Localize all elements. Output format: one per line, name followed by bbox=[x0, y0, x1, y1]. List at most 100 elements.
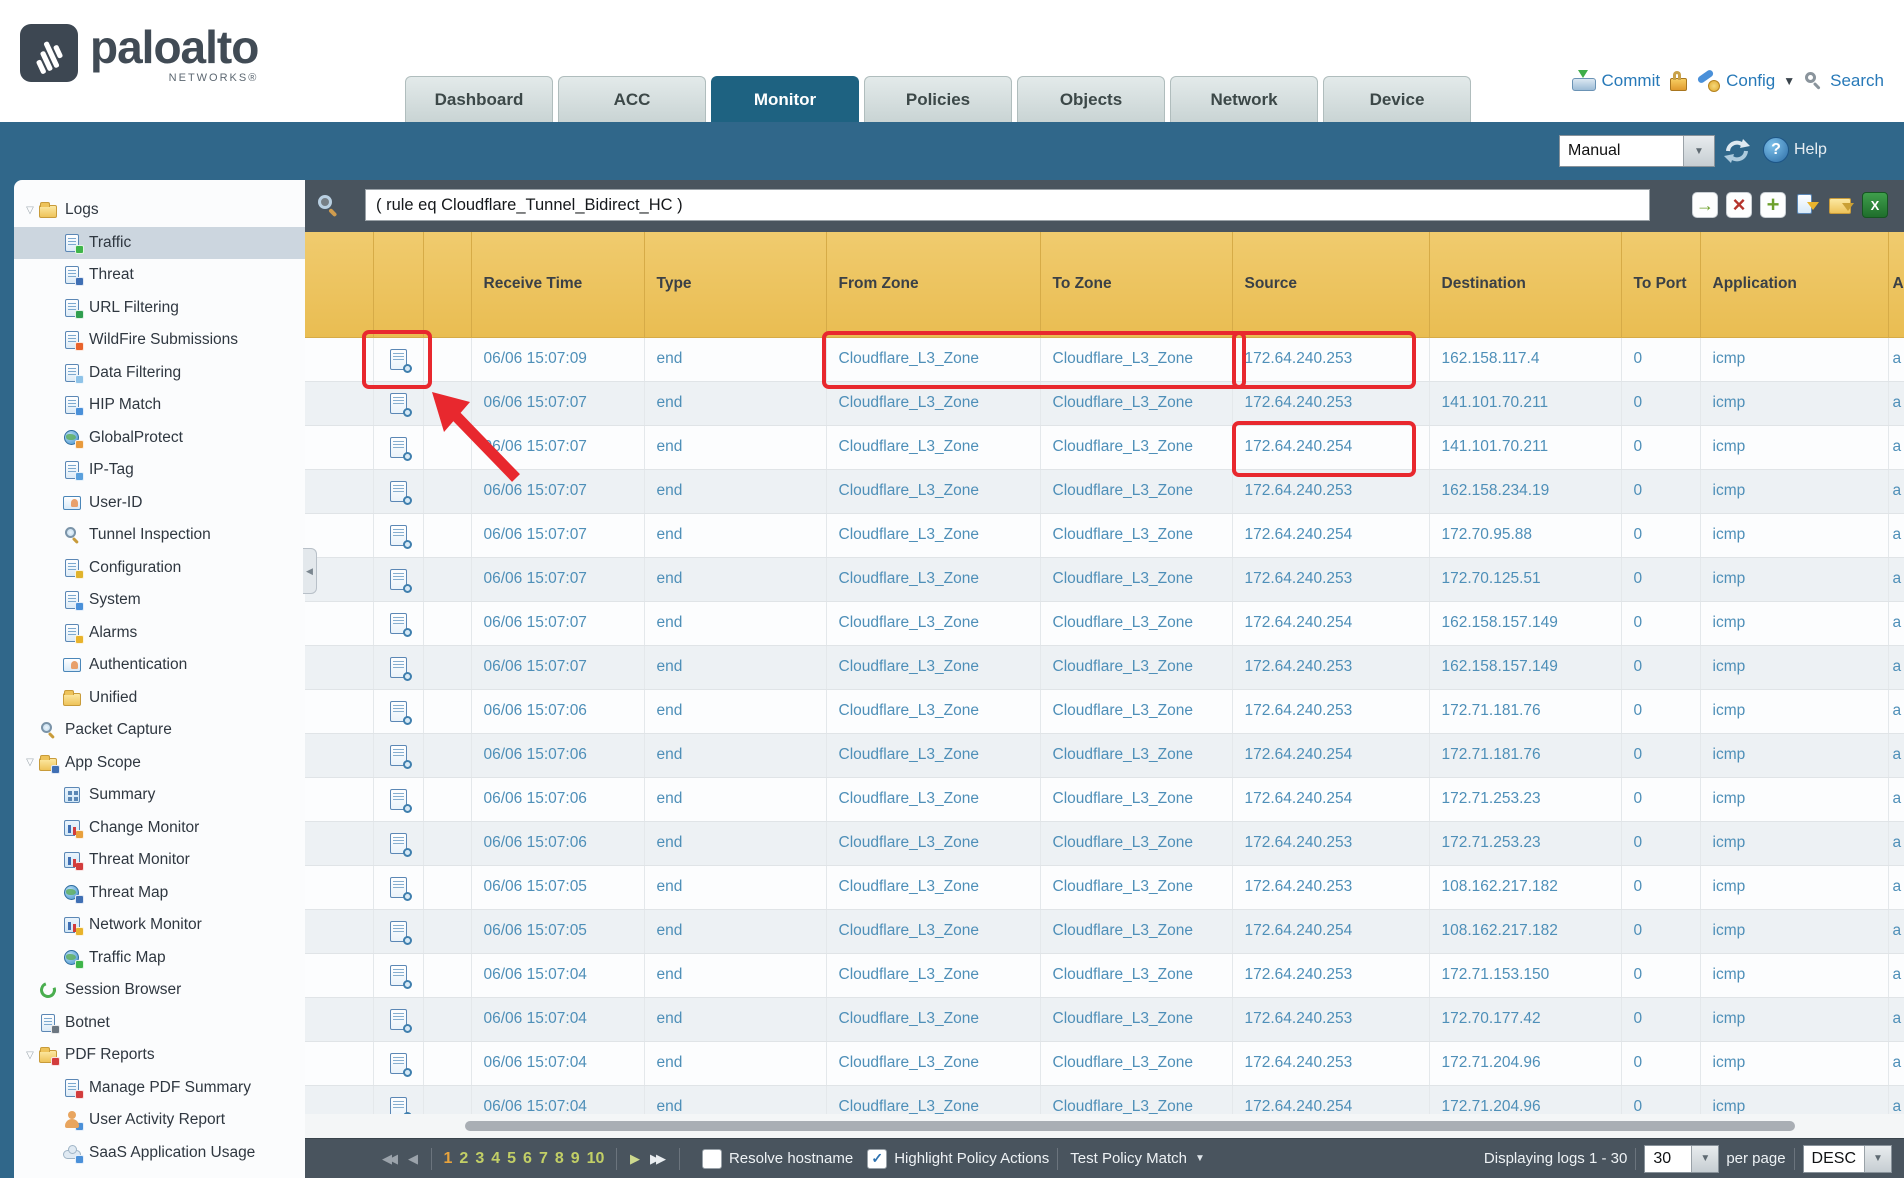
save-filter-icon[interactable] bbox=[1794, 192, 1820, 218]
cell-to-zone[interactable]: Cloudflare_L3_Zone bbox=[1040, 601, 1232, 645]
cell-destination[interactable]: 172.71.153.150 bbox=[1429, 953, 1621, 997]
cell-to-zone[interactable]: Cloudflare_L3_Zone bbox=[1040, 777, 1232, 821]
log-detail-icon[interactable] bbox=[390, 877, 407, 898]
lock-icon[interactable] bbox=[1669, 71, 1687, 92]
cell-application[interactable]: icmp bbox=[1700, 1041, 1888, 1085]
column-header-type[interactable]: Type bbox=[644, 232, 826, 337]
cell-type[interactable]: end bbox=[644, 733, 826, 777]
cell-type[interactable]: end bbox=[644, 557, 826, 601]
per-page-select[interactable]: 30 ▼ bbox=[1644, 1145, 1719, 1173]
cell-destination[interactable]: 172.71.181.76 bbox=[1429, 689, 1621, 733]
cell-source[interactable]: 172.64.240.253 bbox=[1232, 865, 1429, 909]
cell-source[interactable]: 172.64.240.253 bbox=[1232, 821, 1429, 865]
cell-source[interactable]: 172.64.240.253 bbox=[1232, 557, 1429, 601]
cell-action[interactable]: a bbox=[1888, 909, 1904, 953]
page-number-9[interactable]: 9 bbox=[571, 1150, 580, 1168]
sidebar-item-threat-map[interactable]: Threat Map bbox=[14, 877, 305, 910]
page-number-10[interactable]: 10 bbox=[587, 1150, 605, 1168]
first-page-button[interactable]: ◀◀ bbox=[382, 1151, 394, 1167]
cell-receive-time[interactable]: 06/06 15:07:04 bbox=[471, 1041, 644, 1085]
sidebar-item-saas-application-usage[interactable]: SaaS Application Usage bbox=[14, 1137, 305, 1170]
tab-device[interactable]: Device bbox=[1323, 76, 1471, 122]
cell-from-zone[interactable]: Cloudflare_L3_Zone bbox=[826, 689, 1040, 733]
cell-to-zone[interactable]: Cloudflare_L3_Zone bbox=[1040, 909, 1232, 953]
cell-receive-time[interactable]: 06/06 15:07:05 bbox=[471, 865, 644, 909]
cell-action[interactable]: a bbox=[1888, 1041, 1904, 1085]
cell-application[interactable]: icmp bbox=[1700, 997, 1888, 1041]
cell-destination[interactable]: 172.70.177.42 bbox=[1429, 997, 1621, 1041]
sidebar-item-user-id[interactable]: User-ID bbox=[14, 487, 305, 520]
cell-type[interactable]: end bbox=[644, 821, 826, 865]
cell-to-zone[interactable]: Cloudflare_L3_Zone bbox=[1040, 645, 1232, 689]
log-detail-icon[interactable] bbox=[390, 789, 407, 810]
cell-destination[interactable]: 108.162.217.182 bbox=[1429, 865, 1621, 909]
cell-action[interactable]: a bbox=[1888, 953, 1904, 997]
cell-to-zone[interactable]: Cloudflare_L3_Zone bbox=[1040, 425, 1232, 469]
cell-from-zone[interactable]: Cloudflare_L3_Zone bbox=[826, 909, 1040, 953]
resolve-hostname-checkbox[interactable] bbox=[702, 1149, 722, 1169]
cell-destination[interactable]: 108.162.217.182 bbox=[1429, 909, 1621, 953]
log-detail-icon[interactable] bbox=[390, 965, 407, 986]
cell-from-zone[interactable]: Cloudflare_L3_Zone bbox=[826, 425, 1040, 469]
cell-source[interactable]: 172.64.240.253 bbox=[1232, 997, 1429, 1041]
cell-destination[interactable]: 172.70.95.88 bbox=[1429, 513, 1621, 557]
cell-receive-time[interactable]: 06/06 15:07:07 bbox=[471, 513, 644, 557]
tab-dashboard[interactable]: Dashboard bbox=[405, 76, 553, 122]
cell-destination[interactable]: 162.158.157.149 bbox=[1429, 601, 1621, 645]
sidebar-item-wildfire-submissions[interactable]: WildFire Submissions bbox=[14, 324, 305, 357]
sidebar-item-user-activity-report[interactable]: User Activity Report bbox=[14, 1104, 305, 1137]
cell-source[interactable]: 172.64.240.253 bbox=[1232, 469, 1429, 513]
sidebar-item-change-monitor[interactable]: Change Monitor bbox=[14, 812, 305, 845]
cell-destination[interactable]: 172.70.125.51 bbox=[1429, 557, 1621, 601]
cell-action[interactable]: a bbox=[1888, 337, 1904, 381]
log-detail-icon[interactable] bbox=[390, 437, 407, 458]
column-header-a[interactable]: A bbox=[1888, 232, 1904, 337]
sidebar-item-app-scope[interactable]: ▽App Scope bbox=[14, 747, 305, 780]
cell-source[interactable]: 172.64.240.254 bbox=[1232, 777, 1429, 821]
log-detail-icon[interactable] bbox=[390, 525, 407, 546]
sidebar-item-logs[interactable]: ▽Logs bbox=[14, 194, 305, 227]
cell-action[interactable]: a bbox=[1888, 601, 1904, 645]
cell-to-port[interactable]: 0 bbox=[1621, 1041, 1700, 1085]
cell-to-zone[interactable]: Cloudflare_L3_Zone bbox=[1040, 689, 1232, 733]
cell-to-port[interactable]: 0 bbox=[1621, 953, 1700, 997]
cell-receive-time[interactable]: 06/06 15:07:09 bbox=[471, 337, 644, 381]
cell-type[interactable]: end bbox=[644, 381, 826, 425]
log-detail-icon[interactable] bbox=[390, 833, 407, 854]
cell-to-port[interactable]: 0 bbox=[1621, 909, 1700, 953]
cell-to-port[interactable]: 0 bbox=[1621, 821, 1700, 865]
cell-action[interactable]: a bbox=[1888, 865, 1904, 909]
cell-from-zone[interactable]: Cloudflare_L3_Zone bbox=[826, 513, 1040, 557]
cell-to-zone[interactable]: Cloudflare_L3_Zone bbox=[1040, 469, 1232, 513]
cell-type[interactable]: end bbox=[644, 953, 826, 997]
cell-receive-time[interactable]: 06/06 15:07:05 bbox=[471, 909, 644, 953]
clear-filter-icon[interactable]: × bbox=[1726, 192, 1752, 218]
page-number-2[interactable]: 2 bbox=[459, 1150, 468, 1168]
cell-to-port[interactable]: 0 bbox=[1621, 381, 1700, 425]
cell-source[interactable]: 172.64.240.254 bbox=[1232, 909, 1429, 953]
cell-source[interactable]: 172.64.240.253 bbox=[1232, 645, 1429, 689]
expand-collapse-icon[interactable]: ▽ bbox=[22, 205, 38, 216]
sidebar-item-threat-monitor[interactable]: Threat Monitor bbox=[14, 844, 305, 877]
column-header-source[interactable]: Source bbox=[1232, 232, 1429, 337]
cell-destination[interactable]: 162.158.234.19 bbox=[1429, 469, 1621, 513]
refresh-icon[interactable] bbox=[1722, 136, 1752, 171]
log-filter-input[interactable] bbox=[365, 189, 1650, 221]
cell-source[interactable]: 172.64.240.254 bbox=[1232, 513, 1429, 557]
column-header-receive-time[interactable]: Receive Time bbox=[471, 232, 644, 337]
cell-type[interactable]: end bbox=[644, 997, 826, 1041]
help-button[interactable]: ? Help bbox=[1763, 137, 1827, 163]
cell-receive-time[interactable]: 06/06 15:07:07 bbox=[471, 469, 644, 513]
horizontal-scrollbar-thumb[interactable] bbox=[465, 1121, 1795, 1131]
cell-destination[interactable]: 172.71.253.23 bbox=[1429, 821, 1621, 865]
cell-from-zone[interactable]: Cloudflare_L3_Zone bbox=[826, 469, 1040, 513]
cell-destination[interactable]: 162.158.117.4 bbox=[1429, 337, 1621, 381]
cell-application[interactable]: icmp bbox=[1700, 381, 1888, 425]
sidebar-item-summary[interactable]: Summary bbox=[14, 779, 305, 812]
cell-action[interactable]: a bbox=[1888, 689, 1904, 733]
cell-from-zone[interactable]: Cloudflare_L3_Zone bbox=[826, 381, 1040, 425]
sidebar-item-traffic[interactable]: Traffic bbox=[14, 227, 305, 260]
page-number-7[interactable]: 7 bbox=[539, 1150, 548, 1168]
cell-receive-time[interactable]: 06/06 15:07:07 bbox=[471, 601, 644, 645]
cell-from-zone[interactable]: Cloudflare_L3_Zone bbox=[826, 821, 1040, 865]
